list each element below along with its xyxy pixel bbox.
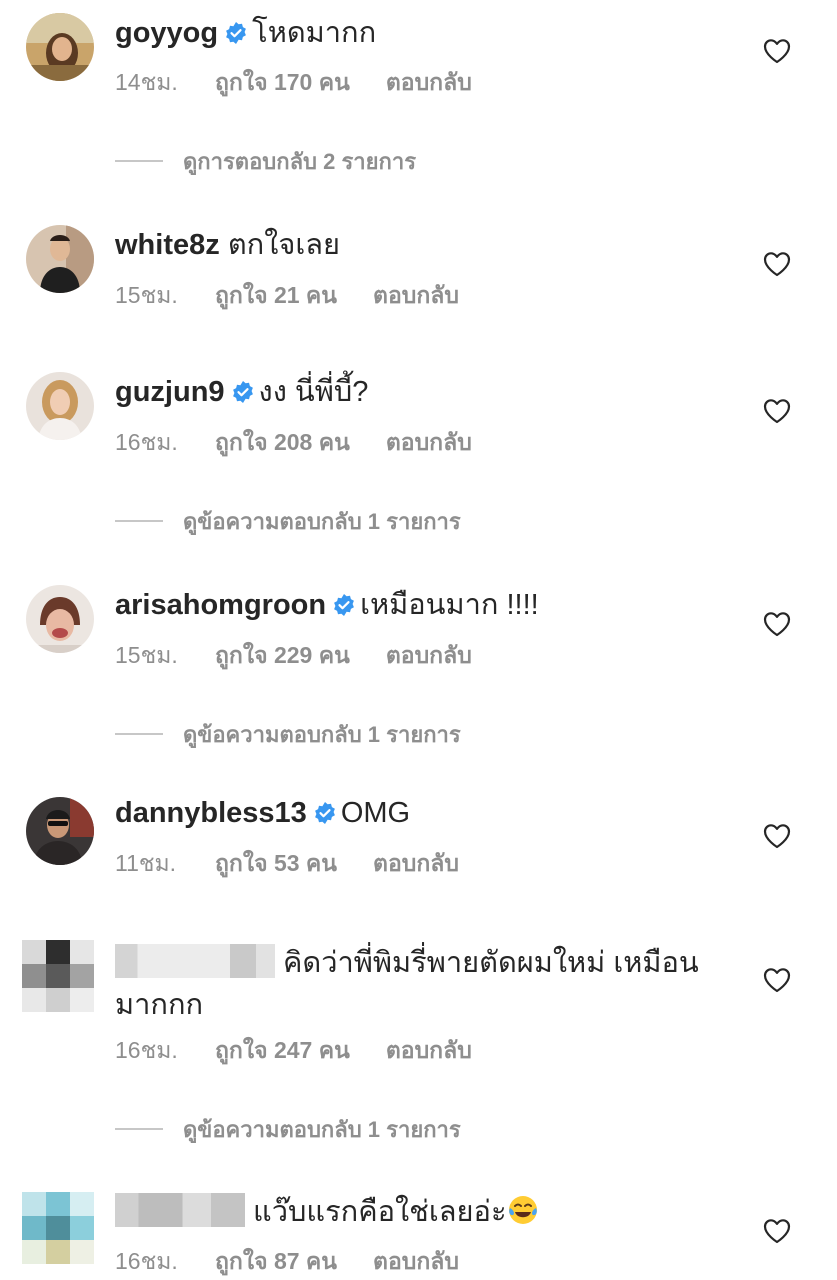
like-heart-icon[interactable] — [763, 38, 791, 64]
timestamp[interactable]: 14ชม. — [115, 67, 215, 97]
comment-text: OMG — [340, 797, 411, 829]
divider-dash — [115, 520, 163, 522]
comment-meta: 16ชม. ถูกใจ 87 คน ตอบกลับ — [115, 1246, 459, 1276]
comment-meta: 11ชม. ถูกใจ 53 คน ตอบกลับ — [115, 848, 459, 878]
comment-line: คิดว่าพี่พิมรี่พายตัดผมใหม่ เหมือนมากกก — [115, 942, 747, 1026]
comment-meta: 15ชม. ถูกใจ 21 คน ตอบกลับ — [115, 280, 459, 310]
timestamp[interactable]: 15ชม. — [115, 280, 215, 310]
like-heart-icon[interactable] — [763, 611, 791, 637]
like-heart-icon[interactable] — [763, 1218, 791, 1244]
verified-badge-icon — [332, 593, 356, 617]
comment-text: ตกใจเลย — [227, 229, 341, 261]
likes-count-link[interactable]: ถูกใจ 208 คน — [215, 427, 350, 457]
reply-button[interactable]: ตอบกลับ — [386, 67, 472, 97]
comment-text: โหดมากก — [252, 17, 377, 49]
comment-meta: 16ชม. ถูกใจ 208 คน ตอบกลับ — [115, 427, 472, 457]
avatar-blurred[interactable] — [22, 1192, 94, 1264]
avatar[interactable] — [26, 225, 94, 293]
comment-line: guzjun9 งง นี่พี่บี้? — [115, 372, 747, 412]
likes-count-link[interactable]: ถูกใจ 229 คน — [215, 640, 350, 670]
like-heart-icon[interactable] — [763, 398, 791, 424]
likes-count-link[interactable]: ถูกใจ 170 คน — [215, 67, 350, 97]
reply-button[interactable]: ตอบกลับ — [386, 640, 472, 670]
divider-dash — [115, 160, 163, 162]
avatar[interactable] — [26, 585, 94, 653]
view-replies-button[interactable]: ดูข้อความตอบกลับ 1 รายการ — [115, 1114, 461, 1144]
comment-line: แว๊บแรกคือใช่เลยอ่ะ — [115, 1192, 747, 1232]
timestamp[interactable]: 15ชม. — [115, 640, 215, 670]
comment-line: arisahomgroon เหมือนมาก !!!! — [115, 585, 747, 625]
likes-count-link[interactable]: ถูกใจ 247 คน — [215, 1035, 350, 1065]
username-link[interactable]: guzjun9 — [115, 376, 225, 408]
username-blurred[interactable] — [115, 944, 275, 978]
view-replies-label: ดูการตอบกลับ 2 รายการ — [183, 148, 417, 174]
divider-dash — [115, 1128, 163, 1130]
view-replies-label: ดูข้อความตอบกลับ 1 รายการ — [183, 721, 461, 747]
username-link[interactable]: dannybless13 — [115, 797, 307, 829]
verified-badge-icon — [231, 380, 255, 404]
comment-meta: 15ชม. ถูกใจ 229 คน ตอบกลับ — [115, 640, 472, 670]
like-heart-icon[interactable] — [763, 967, 791, 993]
comment-meta: 14ชม. ถูกใจ 170 คน ตอบกลับ — [115, 67, 472, 97]
avatar-blurred[interactable] — [22, 940, 94, 1012]
reply-button[interactable]: ตอบกลับ — [373, 848, 459, 878]
avatar[interactable] — [26, 797, 94, 865]
timestamp[interactable]: 16ชม. — [115, 427, 215, 457]
timestamp[interactable]: 16ชม. — [115, 1246, 215, 1276]
reply-button[interactable]: ตอบกลับ — [386, 427, 472, 457]
verified-badge-icon — [224, 21, 248, 45]
username-link[interactable]: goyyog — [115, 17, 218, 49]
username-link[interactable]: white8z — [115, 229, 220, 261]
avatar[interactable] — [26, 372, 94, 440]
comment-text: แว๊บแรกคือใช่เลยอ่ะ — [253, 1196, 507, 1228]
likes-count-link[interactable]: ถูกใจ 21 คน — [215, 280, 337, 310]
like-heart-icon[interactable] — [763, 251, 791, 277]
view-replies-label: ดูข้อความตอบกลับ 1 รายการ — [183, 508, 461, 534]
timestamp[interactable]: 11ชม. — [115, 848, 215, 878]
divider-dash — [115, 733, 163, 735]
reply-button[interactable]: ตอบกลับ — [373, 280, 459, 310]
face-with-tears-of-joy-emoji — [507, 1194, 539, 1226]
username-link[interactable]: arisahomgroon — [115, 589, 326, 621]
view-replies-label: ดูข้อความตอบกลับ 1 รายการ — [183, 1116, 461, 1142]
like-heart-icon[interactable] — [763, 823, 791, 849]
username-blurred[interactable] — [115, 1193, 245, 1227]
likes-count-link[interactable]: ถูกใจ 87 คน — [215, 1246, 337, 1276]
comment-line: goyyog โหดมากก — [115, 13, 747, 53]
comment-text: เหมือนมาก !!!! — [360, 589, 539, 621]
timestamp[interactable]: 16ชม. — [115, 1035, 215, 1065]
avatar[interactable] — [26, 13, 94, 81]
reply-button[interactable]: ตอบกลับ — [373, 1246, 459, 1276]
comment-line: white8z ตกใจเลย — [115, 225, 747, 265]
verified-badge-icon — [313, 801, 337, 825]
view-replies-button[interactable]: ดูข้อความตอบกลับ 1 รายการ — [115, 719, 461, 749]
view-replies-button[interactable]: ดูข้อความตอบกลับ 1 รายการ — [115, 506, 461, 536]
comment-line: dannybless13 OMG — [115, 793, 747, 833]
view-replies-button[interactable]: ดูการตอบกลับ 2 รายการ — [115, 146, 416, 176]
likes-count-link[interactable]: ถูกใจ 53 คน — [215, 848, 337, 878]
comment-meta: 16ชม. ถูกใจ 247 คน ตอบกลับ — [115, 1035, 472, 1065]
comment-text: งง นี่พี่บี้? — [258, 376, 369, 408]
reply-button[interactable]: ตอบกลับ — [386, 1035, 472, 1065]
